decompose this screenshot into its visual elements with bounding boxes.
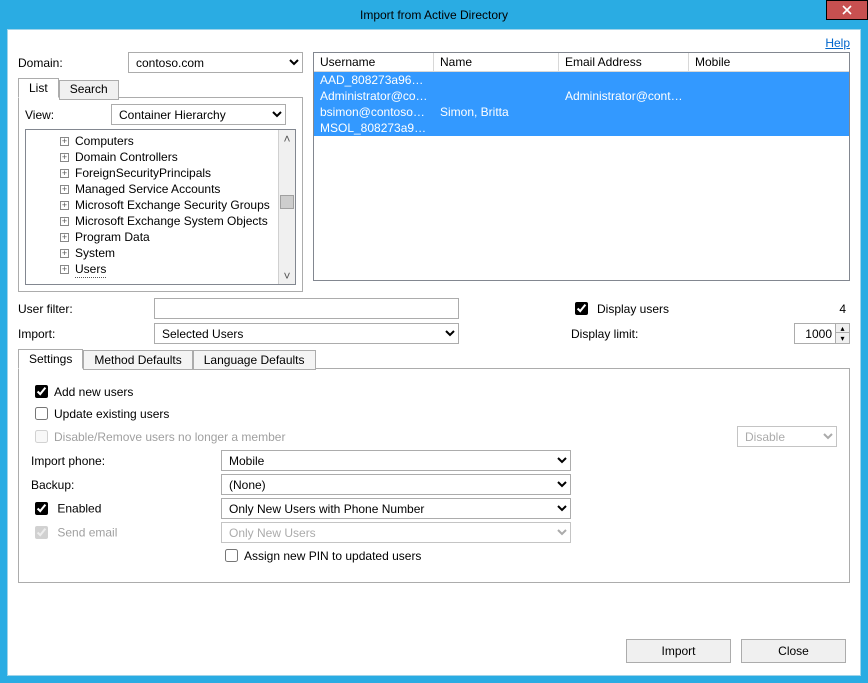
import-select[interactable]: Selected Users: [154, 323, 459, 344]
backup-select[interactable]: (None): [221, 474, 571, 495]
expander-icon[interactable]: +: [60, 249, 69, 258]
scroll-down-icon[interactable]: ˅: [279, 267, 295, 284]
expander-icon[interactable]: +: [60, 233, 69, 242]
help-link-row: Help: [18, 36, 850, 50]
enabled-checkbox[interactable]: [35, 502, 48, 515]
assign-pin-label: Assign new PIN to updated users: [244, 549, 421, 563]
window-title: Import from Active Directory: [360, 8, 508, 22]
tree-item: +Domain Controllers: [26, 149, 278, 165]
help-link[interactable]: Help: [825, 36, 850, 50]
user-filter-input[interactable]: [154, 298, 459, 319]
list-search-tabs: List Search: [18, 78, 303, 98]
tab-list[interactable]: List: [18, 78, 59, 98]
tree-item: +Microsoft Exchange System Objects: [26, 213, 278, 229]
domain-select[interactable]: contoso.com: [128, 52, 303, 73]
grid-row[interactable]: Administrator@contos... Administrator@co…: [314, 88, 849, 104]
grid-header-row: Username Name Email Address Mobile: [314, 53, 849, 72]
tree-item: +Users: [26, 261, 278, 278]
spinner-up-icon[interactable]: ▴: [835, 324, 849, 333]
import-phone-label: Import phone:: [31, 454, 221, 468]
tree-scrollbar[interactable]: ˄ ˅: [278, 130, 295, 284]
display-users-checkbox[interactable]: [575, 302, 588, 315]
scroll-thumb[interactable]: [280, 195, 294, 209]
tree-item: +System: [26, 245, 278, 261]
disable-remove-select: Disable: [737, 426, 837, 447]
titlebar: Import from Active Directory: [0, 0, 868, 29]
tab-method-defaults[interactable]: Method Defaults: [83, 350, 192, 370]
settings-panel: Add new users Update existing users Disa…: [18, 368, 850, 583]
display-limit-stepper[interactable]: ▴ ▾: [794, 323, 850, 344]
close-button[interactable]: Close: [741, 639, 846, 663]
col-name[interactable]: Name: [434, 53, 559, 71]
result-count: 4: [839, 302, 846, 316]
backup-label: Backup:: [31, 478, 221, 492]
tab-settings[interactable]: Settings: [18, 349, 83, 369]
display-limit-label: Display limit:: [571, 327, 661, 341]
tree-container: +Computers +Domain Controllers +ForeignS…: [25, 129, 296, 285]
send-email-checkbox: [35, 526, 48, 539]
scroll-up-icon[interactable]: ˄: [279, 130, 295, 147]
tab-search[interactable]: Search: [59, 80, 119, 100]
tree-item: +ForeignSecurityPrincipals: [26, 165, 278, 181]
disable-remove-checkbox: [35, 430, 48, 443]
expander-icon[interactable]: +: [60, 137, 69, 146]
tree-item: +Program Data: [26, 229, 278, 245]
tree-item: +Managed Service Accounts: [26, 181, 278, 197]
add-new-users-checkbox[interactable]: [35, 385, 48, 398]
users-grid[interactable]: Username Name Email Address Mobile AAD_8…: [313, 52, 850, 281]
expander-icon[interactable]: +: [60, 153, 69, 162]
import-phone-select[interactable]: Mobile: [221, 450, 571, 471]
view-label: View:: [25, 108, 111, 122]
container-tree[interactable]: +Computers +Domain Controllers +ForeignS…: [26, 130, 278, 284]
spinner-down-icon[interactable]: ▾: [835, 333, 849, 343]
disable-remove-label: Disable/Remove users no longer a member: [54, 430, 285, 444]
expander-icon[interactable]: +: [60, 217, 69, 226]
user-filter-label: User filter:: [18, 302, 148, 316]
col-email[interactable]: Email Address: [559, 53, 689, 71]
grid-row[interactable]: bsimon@contoso.com Simon, Britta: [314, 104, 849, 120]
col-mobile[interactable]: Mobile: [689, 53, 849, 71]
expander-icon[interactable]: +: [60, 265, 69, 274]
tree-item: +Microsoft Exchange Security Groups: [26, 197, 278, 213]
import-label: Import:: [18, 327, 148, 341]
enabled-select[interactable]: Only New Users with Phone Number: [221, 498, 571, 519]
expander-icon[interactable]: +: [60, 201, 69, 210]
enabled-label: Enabled: [57, 502, 101, 516]
update-existing-label: Update existing users: [54, 407, 169, 421]
close-icon[interactable]: [826, 0, 868, 20]
scroll-track[interactable]: [279, 147, 295, 267]
grid-row[interactable]: MSOL_808273a96d74: [314, 120, 849, 136]
col-username[interactable]: Username: [314, 53, 434, 71]
window-body: Help Domain: contoso.com List Search Vie…: [7, 29, 861, 676]
expander-icon[interactable]: +: [60, 169, 69, 178]
update-existing-checkbox[interactable]: [35, 407, 48, 420]
send-email-select: Only New Users: [221, 522, 571, 543]
list-panel: View: Container Hierarchy +Computers +Do…: [18, 97, 303, 292]
import-button[interactable]: Import: [626, 639, 731, 663]
display-limit-input[interactable]: [795, 324, 835, 343]
tab-language-defaults[interactable]: Language Defaults: [193, 350, 316, 370]
domain-label: Domain:: [18, 56, 128, 70]
send-email-label: Send email: [57, 526, 117, 540]
add-new-users-label: Add new users: [54, 385, 133, 399]
tree-item: +Computers: [26, 133, 278, 149]
grid-row[interactable]: AAD_808273a96d74: [314, 72, 849, 88]
view-select[interactable]: Container Hierarchy: [111, 104, 286, 125]
assign-pin-checkbox[interactable]: [225, 549, 238, 562]
expander-icon[interactable]: +: [60, 185, 69, 194]
display-users-label: Display users: [597, 302, 669, 316]
